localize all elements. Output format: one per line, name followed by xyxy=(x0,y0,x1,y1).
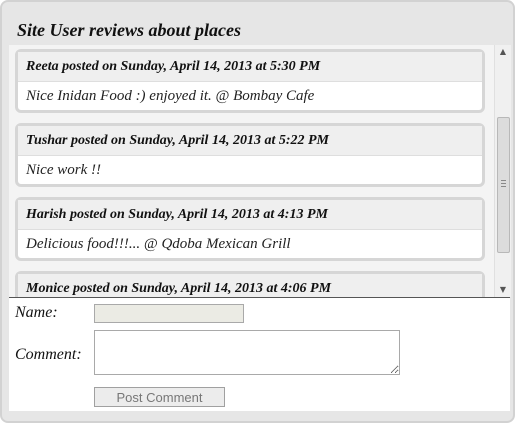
review-header: Harish posted on Sunday, April 14, 2013 … xyxy=(18,200,482,230)
reviews-scrollbar[interactable]: ▲ ▼ xyxy=(494,45,511,297)
scroll-up-arrow-icon[interactable]: ▲ xyxy=(495,45,511,59)
review-header: Tushar posted on Sunday, April 14, 2013 … xyxy=(18,126,482,156)
comment-label: Comment: xyxy=(15,346,82,363)
grip-icon xyxy=(501,180,506,181)
scrollbar-thumb[interactable] xyxy=(497,117,510,253)
review-card: Tushar posted on Sunday, April 14, 2013 … xyxy=(15,123,485,187)
post-comment-button[interactable]: Post Comment xyxy=(94,387,225,407)
name-label: Name: xyxy=(15,304,58,321)
review-header: Reeta posted on Sunday, April 14, 2013 a… xyxy=(18,52,482,82)
review-header: Monice posted on Sunday, April 14, 2013 … xyxy=(18,274,482,297)
comment-form: Name: Comment: Post Comment xyxy=(9,298,510,411)
name-input[interactable] xyxy=(94,304,244,323)
review-card: Reeta posted on Sunday, April 14, 2013 a… xyxy=(15,49,485,113)
panel-title: Site User reviews about places xyxy=(17,20,241,40)
review-text: Delicious food!!!... @ Qdoba Mexican Gri… xyxy=(26,236,291,252)
reviews-list[interactable]: Reeta posted on Sunday, April 14, 2013 a… xyxy=(9,45,494,297)
review-card: Monice posted on Sunday, April 14, 2013 … xyxy=(15,271,485,297)
scroll-down-arrow-icon[interactable]: ▼ xyxy=(495,283,511,297)
comment-textarea[interactable] xyxy=(94,330,400,375)
review-card: Harish posted on Sunday, April 14, 2013 … xyxy=(15,197,485,261)
review-text: Nice Inidan Food :) enjoyed it. @ Bombay… xyxy=(26,88,315,104)
review-text: Nice work !! xyxy=(26,162,101,178)
